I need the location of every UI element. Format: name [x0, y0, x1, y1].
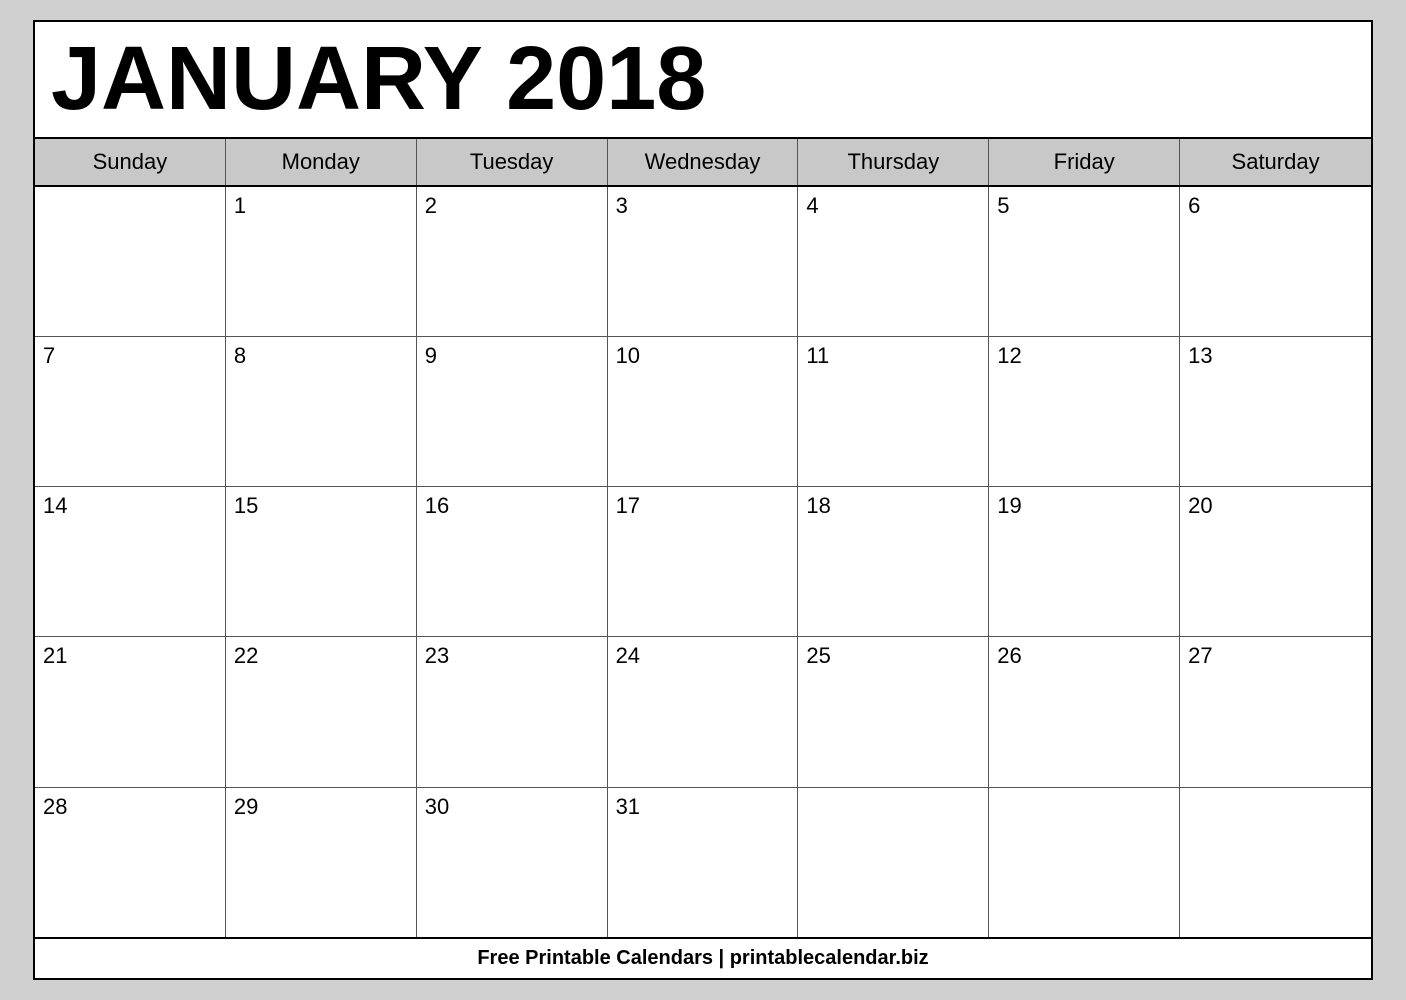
day-number: 21 [43, 643, 217, 669]
day-cell: 2 [417, 187, 608, 336]
calendar-grid: SundayMondayTuesdayWednesdayThursdayFrid… [35, 139, 1371, 938]
day-cell: 4 [798, 187, 989, 336]
day-cell: 7 [35, 337, 226, 486]
day-header-monday: Monday [226, 139, 417, 185]
day-number: 10 [616, 343, 790, 369]
day-number: 17 [616, 493, 790, 519]
day-cell: 31 [608, 788, 799, 937]
day-number: 1 [234, 193, 408, 219]
day-cell: 18 [798, 487, 989, 636]
week-row-5: 28 29 30 31 [35, 788, 1371, 937]
day-number: 27 [1188, 643, 1363, 669]
day-number: 11 [806, 343, 980, 369]
day-cell: 9 [417, 337, 608, 486]
day-cell: 19 [989, 487, 1180, 636]
week-row-2: 789 10 11 12 13 [35, 337, 1371, 487]
day-number: 20 [1188, 493, 1363, 519]
day-header-saturday: Saturday [1180, 139, 1371, 185]
day-header-tuesday: Tuesday [417, 139, 608, 185]
calendar: JANUARY 2018 SundayMondayTuesdayWednesda… [33, 20, 1373, 980]
day-number: 26 [997, 643, 1171, 669]
day-cell: 24 [608, 637, 799, 786]
day-number: 8 [234, 343, 408, 369]
weeks-container: 1234567891011121314151617181920212223242… [35, 187, 1371, 938]
day-number: 22 [234, 643, 408, 669]
day-headers-row: SundayMondayTuesdayWednesdayThursdayFrid… [35, 139, 1371, 187]
week-row-4: 21 22 23 24 25 26 27 [35, 637, 1371, 787]
day-number: 15 [234, 493, 408, 519]
day-cell: 14 [35, 487, 226, 636]
day-cell: 11 [798, 337, 989, 486]
day-header-thursday: Thursday [798, 139, 989, 185]
day-cell: 16 [417, 487, 608, 636]
day-cell: 6 [1180, 187, 1371, 336]
day-cell: 13 [1180, 337, 1371, 486]
day-number: 16 [425, 493, 599, 519]
day-number: 5 [997, 193, 1171, 219]
day-number: 4 [806, 193, 980, 219]
calendar-header: JANUARY 2018 [35, 22, 1371, 139]
day-cell [798, 788, 989, 937]
day-cell: 3 [608, 187, 799, 336]
week-row-3: 14 15 16 17 18 19 20 [35, 487, 1371, 637]
day-number: 9 [425, 343, 599, 369]
day-number: 23 [425, 643, 599, 669]
day-cell: 1 [226, 187, 417, 336]
day-cell: 29 [226, 788, 417, 937]
day-header-friday: Friday [989, 139, 1180, 185]
day-cell: 20 [1180, 487, 1371, 636]
day-number: 28 [43, 794, 217, 820]
day-cell: 28 [35, 788, 226, 937]
day-number: 2 [425, 193, 599, 219]
day-number: 6 [1188, 193, 1363, 219]
day-cell: 10 [608, 337, 799, 486]
day-number: 30 [425, 794, 599, 820]
day-number: 12 [997, 343, 1171, 369]
day-number: 3 [616, 193, 790, 219]
day-cell [989, 788, 1180, 937]
day-number: 29 [234, 794, 408, 820]
day-cell: 12 [989, 337, 1180, 486]
day-cell: 21 [35, 637, 226, 786]
day-cell: 25 [798, 637, 989, 786]
day-cell [35, 187, 226, 336]
day-cell [1180, 788, 1371, 937]
day-number: 13 [1188, 343, 1363, 369]
day-header-wednesday: Wednesday [608, 139, 799, 185]
day-number: 7 [43, 343, 217, 369]
week-row-1: 123456 [35, 187, 1371, 337]
day-cell: 30 [417, 788, 608, 937]
calendar-footer: Free Printable Calendars | printablecale… [35, 937, 1371, 978]
day-cell: 27 [1180, 637, 1371, 786]
day-cell: 15 [226, 487, 417, 636]
day-cell: 8 [226, 337, 417, 486]
day-number: 19 [997, 493, 1171, 519]
calendar-title-text: JANUARY 2018 [51, 32, 1355, 127]
day-number: 31 [616, 794, 790, 820]
day-number: 24 [616, 643, 790, 669]
day-cell: 23 [417, 637, 608, 786]
day-cell: 26 [989, 637, 1180, 786]
day-number: 14 [43, 493, 217, 519]
day-number: 25 [806, 643, 980, 669]
day-number: 18 [806, 493, 980, 519]
day-header-sunday: Sunday [35, 139, 226, 185]
day-cell: 5 [989, 187, 1180, 336]
day-cell: 17 [608, 487, 799, 636]
day-cell: 22 [226, 637, 417, 786]
